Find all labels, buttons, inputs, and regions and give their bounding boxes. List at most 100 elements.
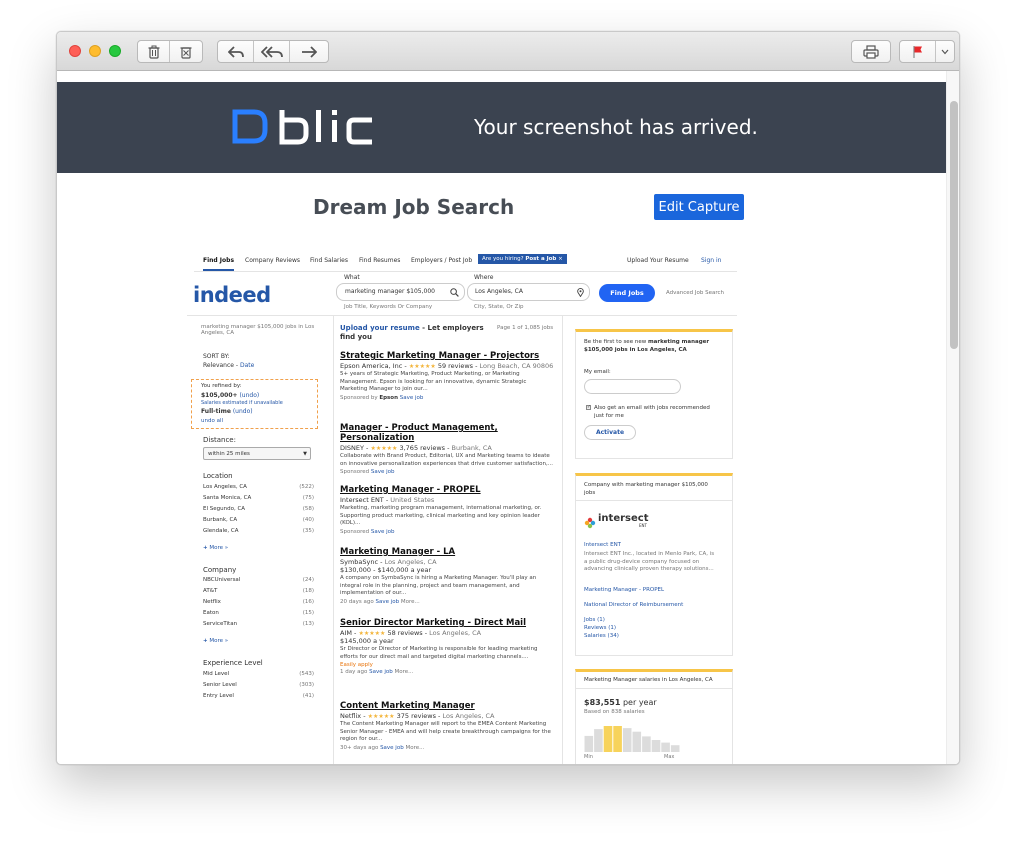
location-filter-item[interactable]: El Segundo, CA (58) <box>203 506 314 512</box>
indeed-logo[interactable]: indeed <box>193 283 271 307</box>
close-icon[interactable]: × <box>558 256 563 262</box>
email-checkbox[interactable]: ✓ <box>586 405 591 410</box>
job-company[interactable]: SymbaSync - <box>340 558 383 566</box>
job-company[interactable]: DISNEY - <box>340 444 368 452</box>
intersect-logo[interactable]: intersect ENT <box>584 513 648 533</box>
save-job-link[interactable]: Save job <box>375 599 399 605</box>
location-filter-item[interactable]: Glendale, CA (35) <box>203 528 314 534</box>
save-job-link[interactable]: Save job <box>371 469 395 475</box>
company-salaries-link[interactable]: Salaries (34) <box>584 633 619 639</box>
nav-find-salaries[interactable]: Find Salaries <box>310 257 348 264</box>
company-more-link[interactable]: + More » <box>203 638 228 644</box>
job-title-link[interactable]: Senior Director Marketing - Direct Mail <box>340 618 555 628</box>
location-filter-item[interactable]: Santa Monica, CA (75) <box>203 495 314 501</box>
activate-button[interactable]: Activate <box>584 425 636 440</box>
nav-company-reviews[interactable]: Company Reviews <box>245 257 300 264</box>
flag-button[interactable] <box>900 41 936 62</box>
location-more-label: More » <box>209 545 229 551</box>
nav-find-jobs[interactable]: Find Jobs <box>203 257 235 271</box>
flag-menu-button[interactable] <box>936 41 954 62</box>
location-more-link[interactable]: + More » <box>203 545 228 551</box>
job-sponsor: Epson <box>379 394 398 401</box>
company-job-link-2[interactable]: National Director of Reimbursement <box>584 602 683 608</box>
job-company[interactable]: Epson America, Inc - <box>340 362 407 370</box>
undo-type-link[interactable]: (undo) <box>233 408 253 415</box>
job-company[interactable]: Intersect ENT - <box>340 496 388 504</box>
forward-button[interactable] <box>290 41 328 62</box>
salary-note[interactable]: Salaries estimated if unavailable <box>201 400 283 406</box>
company-filter-item-count: (13) <box>302 621 314 627</box>
upload-resume-link[interactable]: Upload Your Resume <box>627 257 689 264</box>
zoom-window-button[interactable] <box>109 45 121 57</box>
experience-filter-item[interactable]: Mid Level (543) <box>203 671 314 677</box>
company-box-divider <box>576 500 732 501</box>
location-filter-item-label: El Segundo, CA <box>203 506 246 512</box>
sort-date-link[interactable]: Date <box>240 362 254 369</box>
job-company[interactable]: AIM - <box>340 629 356 637</box>
job-title-link[interactable]: Content Marketing Manager <box>340 701 555 711</box>
job-card[interactable]: Content Marketing Manager Netflix - ★★★★★… <box>340 701 555 751</box>
junk-button[interactable] <box>170 41 202 62</box>
job-title-link[interactable]: Manager - Product Management, Personaliz… <box>340 423 555 443</box>
sign-in-link[interactable]: Sign in <box>701 257 721 264</box>
undo-salary-link[interactable]: (undo) <box>239 392 259 399</box>
more-link[interactable]: More... <box>405 745 424 751</box>
location-filter-item[interactable]: Burbank, CA (40) <box>203 517 314 523</box>
where-input[interactable]: Los Angeles, CA <box>467 283 590 301</box>
company-jobs-link[interactable]: Jobs (1) <box>584 617 605 623</box>
job-reviews[interactable]: 3,765 reviews - <box>399 444 449 452</box>
job-reviews[interactable]: 59 reviews - <box>438 362 478 370</box>
job-reviews[interactable]: 58 reviews - <box>387 629 427 637</box>
undo-all-link[interactable]: undo all <box>201 418 223 424</box>
close-window-button[interactable] <box>69 45 81 57</box>
hiring-banner[interactable]: Are you hiring? Post a Job × <box>478 254 567 264</box>
advanced-search-link[interactable]: Advanced Job Search <box>666 290 724 296</box>
minimize-window-button[interactable] <box>89 45 101 57</box>
company-filter-item[interactable]: ServiceTitan (13) <box>203 621 314 627</box>
company-filter-item[interactable]: NBCUniversal (24) <box>203 577 314 583</box>
company-job-link-1[interactable]: Marketing Manager - PROPEL <box>584 587 664 593</box>
delete-button[interactable] <box>138 41 170 62</box>
job-card[interactable]: Strategic Marketing Manager - Projectors… <box>340 351 555 401</box>
save-job-link[interactable]: Save job <box>369 669 393 675</box>
upload-resume-cta[interactable]: Upload your resume <box>340 324 420 332</box>
nav-employers[interactable]: Employers / Post Job <box>411 257 472 264</box>
company-filter-item[interactable]: AT&T (18) <box>203 588 314 594</box>
post-job-link[interactable]: Post a Job <box>525 256 556 262</box>
reply-all-button[interactable] <box>254 41 290 62</box>
company-reviews-link[interactable]: Reviews (1) <box>584 625 616 631</box>
job-card[interactable]: Senior Director Marketing - Direct Mail A… <box>340 618 555 675</box>
distance-select[interactable]: within 25 miles ▼ <box>203 447 311 460</box>
reply-button[interactable] <box>218 41 254 62</box>
email-input[interactable] <box>584 379 681 394</box>
company-filter-item[interactable]: Netflix (16) <box>203 599 314 605</box>
job-title-link[interactable]: Strategic Marketing Manager - Projectors <box>340 351 555 361</box>
nav-find-resumes[interactable]: Find Resumes <box>359 257 400 264</box>
job-card[interactable]: Marketing Manager - LA SymbaSync - Los An… <box>340 547 555 605</box>
job-card[interactable]: Marketing Manager - PROPEL Intersect ENT … <box>340 485 555 535</box>
save-job-link[interactable]: Save job <box>380 745 404 751</box>
save-job-link[interactable]: Save job <box>400 395 424 401</box>
what-input[interactable]: marketing manager $105,000 <box>336 283 465 301</box>
more-link[interactable]: More... <box>394 669 413 675</box>
company-more-label: More » <box>209 638 229 644</box>
experience-filter-item[interactable]: Entry Level (41) <box>203 693 314 699</box>
company-name-link[interactable]: Intersect ENT <box>584 542 621 548</box>
job-company[interactable]: Netflix - <box>340 712 366 720</box>
print-button[interactable] <box>852 41 890 62</box>
scrollbar-thumb[interactable] <box>950 101 958 349</box>
job-card[interactable]: Manager - Product Management, Personaliz… <box>340 423 555 475</box>
job-title-link[interactable]: Marketing Manager - PROPEL <box>340 485 555 495</box>
company-filter-item[interactable]: Eaton (15) <box>203 610 314 616</box>
more-link[interactable]: More... <box>401 599 420 605</box>
job-meta-label: Sponsored <box>340 469 370 475</box>
company-filter-title: Company <box>203 566 237 574</box>
trash-icon <box>148 45 159 59</box>
job-title-link[interactable]: Marketing Manager - LA <box>340 547 555 557</box>
experience-filter-item[interactable]: Senior Level (303) <box>203 682 314 688</box>
find-jobs-button[interactable]: Find Jobs <box>599 284 655 302</box>
job-reviews[interactable]: 375 reviews - <box>397 712 441 720</box>
location-filter-item[interactable]: Los Angeles, CA (522) <box>203 484 314 490</box>
save-job-link[interactable]: Save job <box>371 529 395 535</box>
edit-capture-button[interactable]: Edit Capture <box>654 194 744 220</box>
